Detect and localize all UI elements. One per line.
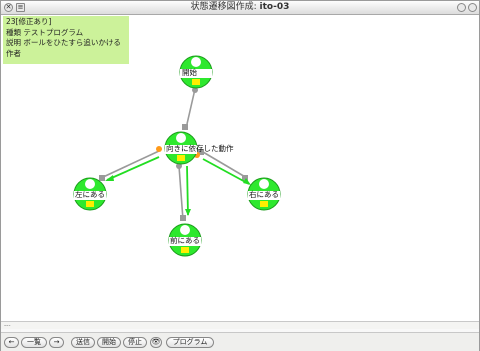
transition-start-to-center[interactable] [182,87,198,130]
transition-center-to-left[interactable] [105,156,160,181]
forward-button[interactable]: → [49,337,64,348]
program-info-id: 23[修正あり] [6,17,52,26]
status-bar: --- [1,321,479,329]
state-label-start: 開始 [182,68,197,77]
send-button[interactable]: 送信 [71,337,95,348]
state-label-left: 左にある [75,190,105,199]
title-bar: ✕ ≡ 状態遷移図作成: ito-03 [1,1,479,15]
app-window: ✕ ≡ 状態遷移図作成: ito-03 開始 向きに依存した動作 左にある 前に… [0,0,480,351]
window-title: 状態遷移図作成: ito-03 [1,1,479,14]
connector-left[interactable] [156,146,162,152]
transition-front-to-center[interactable] [176,163,186,221]
transition-left-to-center[interactable] [99,150,160,181]
window-title-name: ito-03 [259,2,290,12]
transition-center-to-front[interactable] [185,165,191,216]
program-info-description: 説明 ボールをひたすら追いかける [6,38,121,47]
eye-icon[interactable]: 👁 [150,337,162,348]
maximize-icon[interactable] [468,3,477,12]
program-info-type: 種類 テストプログラム [6,27,84,37]
window-title-prefix: 状態遷移図作成: [190,2,260,12]
list-button[interactable]: 一覧 [21,337,47,348]
state-label-front: 前にある [170,236,200,245]
transition-center-to-right[interactable] [202,158,251,185]
program-button[interactable]: プログラム [166,337,214,348]
stop-button[interactable]: 停止 [123,337,147,348]
state-label-center: 向きに依存した動作 [166,144,234,153]
transition-right-to-center[interactable] [198,149,248,181]
back-button[interactable]: ← [4,337,19,348]
state-label-right: 右にある [249,190,279,199]
minimize-icon[interactable] [457,3,466,12]
program-info-panel: 23[修正あり] 種類 テストプログラム 説明 ボールをひたすら追いかける 作者 [3,16,129,64]
program-info-author: 作者 [6,48,21,58]
bottom-toolbar: ← 一覧 → 送信 開始 停止 👁 プログラム [1,332,479,351]
run-button[interactable]: 開始 [97,337,121,348]
